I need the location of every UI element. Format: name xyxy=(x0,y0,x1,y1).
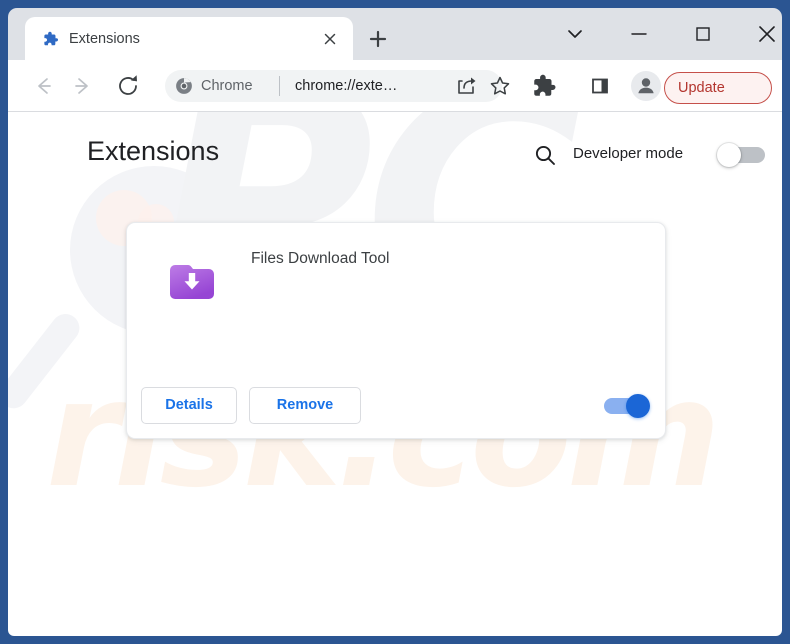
forward-arrow-icon[interactable] xyxy=(66,69,100,103)
extensions-page: PC risk.com Extensions Developer mode xyxy=(8,112,782,636)
three-dots-vertical-icon[interactable] xyxy=(754,81,758,97)
update-button-label: Update xyxy=(678,80,725,96)
close-icon[interactable] xyxy=(321,30,339,48)
tab-title: Extensions xyxy=(69,31,140,47)
back-arrow-icon[interactable] xyxy=(26,69,60,103)
extension-card: Files Download Tool Details Remove xyxy=(126,222,666,439)
new-tab-button[interactable] xyxy=(363,24,393,54)
purple-folder-download-icon xyxy=(168,260,216,302)
puzzle-piece-icon xyxy=(41,30,59,48)
avatar-icon[interactable] xyxy=(631,71,661,101)
details-button-label: Details xyxy=(165,397,213,413)
share-icon[interactable] xyxy=(452,72,480,100)
chrome-logo-icon xyxy=(175,77,193,95)
hamburger-menu-icon[interactable] xyxy=(42,139,68,159)
side-panel-icon[interactable] xyxy=(586,72,614,100)
extension-enable-toggle-knob xyxy=(626,394,650,418)
tab-strip: Extensions xyxy=(8,8,782,61)
update-button[interactable]: Update xyxy=(664,72,772,104)
developer-mode-toggle-knob xyxy=(717,143,741,167)
developer-mode-label: Developer mode xyxy=(573,145,684,162)
remove-button[interactable]: Remove xyxy=(249,387,361,424)
omnibox-chip-label: Chrome xyxy=(201,78,253,94)
extensions-header: Extensions Developer mode xyxy=(8,112,782,186)
page-title: Extensions xyxy=(87,136,220,166)
omnibox-separator xyxy=(279,76,280,96)
extension-name: Files Download Tool xyxy=(251,250,390,267)
reload-icon[interactable] xyxy=(111,69,145,103)
tab-search-button[interactable] xyxy=(552,16,598,52)
puzzle-piece-icon[interactable] xyxy=(529,72,557,100)
details-button[interactable]: Details xyxy=(141,387,237,424)
minimize-button[interactable] xyxy=(616,16,662,52)
watermark-magnifier-handle xyxy=(8,308,86,414)
star-icon[interactable] xyxy=(486,72,514,100)
developer-mode-toggle[interactable] xyxy=(717,143,765,167)
close-window-button[interactable] xyxy=(744,16,790,52)
search-icon[interactable] xyxy=(532,142,558,168)
browser-window-frame: Extensions Chrome chrome://exte… Update … xyxy=(0,0,790,644)
maximize-button[interactable] xyxy=(680,16,726,52)
remove-button-label: Remove xyxy=(276,397,334,413)
extension-enable-toggle[interactable] xyxy=(602,394,652,418)
tab-extensions[interactable]: Extensions xyxy=(25,17,353,61)
omnibox-url-text: chrome://exte… xyxy=(295,78,398,94)
